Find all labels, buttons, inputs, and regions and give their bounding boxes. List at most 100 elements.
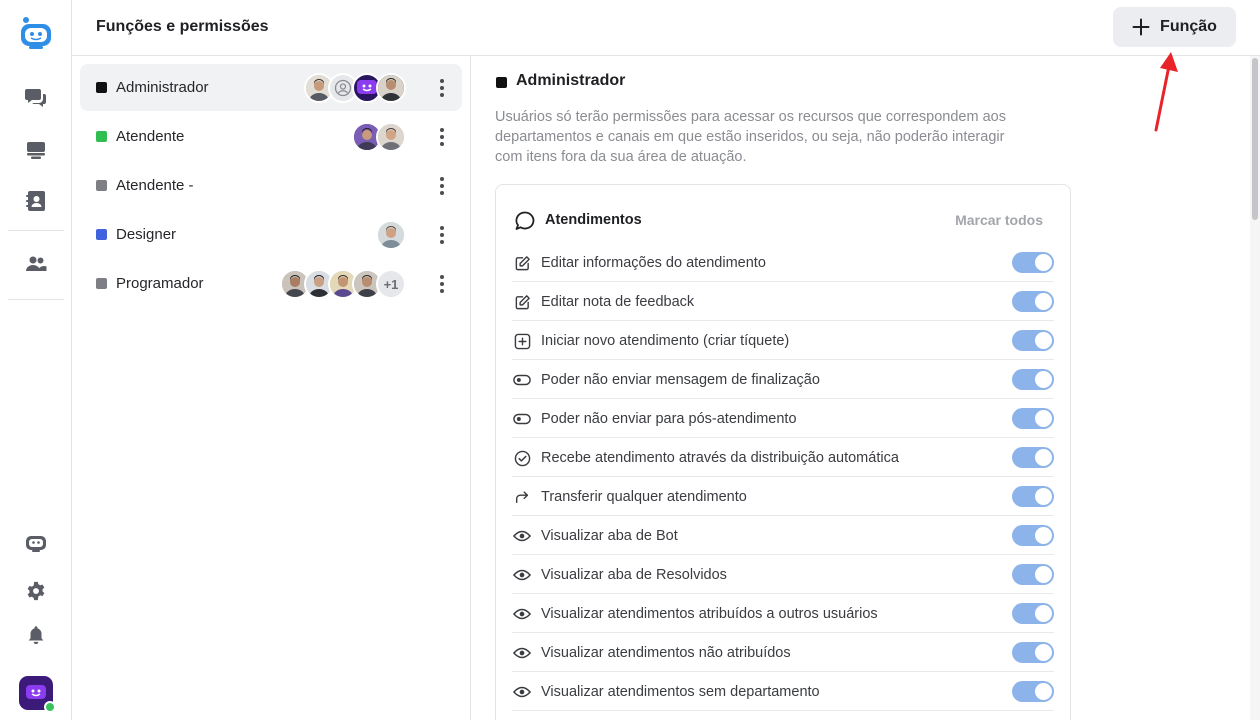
permission-toggle[interactable]: [1012, 369, 1054, 390]
permission-toggle[interactable]: [1012, 681, 1054, 702]
team-icon[interactable]: [22, 250, 50, 278]
bot-logo-icon[interactable]: [20, 16, 52, 52]
role-item-atendente[interactable]: Atendente: [80, 113, 462, 160]
permission-toggle[interactable]: [1012, 486, 1054, 507]
page-title: Funções e permissões: [96, 18, 269, 35]
eye-icon: [513, 644, 531, 662]
permission-row: Visualizar atendimentos atribuídos a out…: [512, 594, 1054, 633]
permission-label: Visualizar aba de Resolvidos: [541, 567, 727, 583]
add-role-label: Função: [1160, 18, 1217, 35]
permission-toggle[interactable]: [1012, 408, 1054, 429]
role-options-button[interactable]: [436, 274, 448, 294]
permission-label: Iniciar novo atendimento (criar tíquete): [541, 333, 790, 349]
scrollbar[interactable]: [1250, 56, 1260, 720]
bell-icon[interactable]: [22, 621, 50, 649]
permission-row: Poder não enviar para pós-atendimento: [512, 399, 1054, 438]
role-name: Atendente: [116, 128, 185, 145]
add-role-button[interactable]: Função: [1113, 7, 1236, 47]
role-options-button[interactable]: [436, 225, 448, 245]
side-rail: [0, 0, 72, 720]
permission-row: Poder não enviar mensagem de finalização: [512, 360, 1054, 399]
role-options-button[interactable]: [436, 78, 448, 98]
gear-icon[interactable]: [22, 577, 50, 605]
permission-row: Visualizar atendimentos sem departamento: [512, 672, 1054, 711]
online-status-dot: [44, 701, 56, 713]
role-members: [376, 220, 406, 250]
app-window: Funções e permissões Função Administrado…: [0, 0, 1260, 720]
roles-list: Administrador Atendente Atendente - Desi…: [72, 56, 471, 720]
bot-icon[interactable]: [22, 529, 50, 557]
permission-toggle[interactable]: [1012, 642, 1054, 663]
role-color-dot: [96, 131, 107, 142]
chat-icon[interactable]: [22, 83, 50, 111]
permission-row: Iniciar novo atendimento (criar tíquete): [512, 321, 1054, 360]
edit-icon: [513, 293, 531, 311]
scrollbar-thumb[interactable]: [1252, 58, 1258, 220]
eye-icon: [513, 527, 531, 545]
rail-divider: [8, 299, 64, 300]
permission-label: Editar informações do atendimento: [541, 255, 766, 271]
permission-toggle[interactable]: [1012, 330, 1054, 351]
role-options-button[interactable]: [436, 127, 448, 147]
role-name: Programador: [116, 275, 204, 292]
role-description: Usuários só terão permissões para acessa…: [495, 109, 1006, 165]
role-options-button[interactable]: [436, 176, 448, 196]
member-avatar: [376, 122, 406, 152]
permission-label: Visualizar aba de Bot: [541, 528, 678, 544]
mark-all-button[interactable]: Marcar todos: [955, 212, 1043, 228]
plus-icon: [1132, 18, 1150, 36]
inbox-icon[interactable]: [22, 136, 50, 164]
role-item-programador[interactable]: Programador +1: [80, 260, 462, 307]
permission-label: Poder não enviar para pós-atendimento: [541, 411, 797, 427]
toggle-icon: [513, 410, 531, 428]
permission-toggle[interactable]: [1012, 252, 1054, 273]
role-color-dot: [96, 229, 107, 240]
role-color-dot: [96, 180, 107, 191]
permission-row: Transferir qualquer atendimento: [512, 477, 1054, 516]
role-name: Atendente -: [116, 177, 194, 194]
member-overflow-count: +1: [376, 269, 406, 299]
role-members: [304, 73, 406, 103]
permission-row: Editar informações do atendimento: [512, 243, 1054, 282]
permission-toggle[interactable]: [1012, 291, 1054, 312]
role-color-dot: [496, 77, 507, 88]
permission-row: Visualizar aba de Bot: [512, 516, 1054, 555]
role-detail-panel: Administrador Usuários só terão permissõ…: [472, 56, 1248, 720]
member-avatar: [376, 220, 406, 250]
check-circle-icon: [513, 449, 531, 467]
user-avatar[interactable]: [19, 676, 56, 713]
role-item-administrador[interactable]: Administrador: [80, 64, 462, 111]
permission-label: Transferir qualquer atendimento: [541, 489, 747, 505]
role-members: +1: [280, 269, 406, 299]
eye-icon: [513, 683, 531, 701]
edit-icon: [513, 254, 531, 272]
role-members: [352, 122, 406, 152]
permission-row: Editar nota de feedback: [512, 282, 1054, 321]
permission-row: Visualizar aba de Resolvidos: [512, 555, 1054, 594]
role-item-atendente-2[interactable]: Atendente -: [80, 162, 462, 209]
role-item-designer[interactable]: Designer: [80, 211, 462, 258]
role-name: Designer: [116, 226, 177, 243]
rail-divider: [8, 230, 64, 231]
permission-label: Visualizar atendimentos não atribuídos: [541, 645, 791, 661]
member-avatar: [376, 73, 406, 103]
role-color-dot: [96, 278, 107, 289]
forward-icon: [513, 488, 531, 506]
permission-toggle[interactable]: [1012, 603, 1054, 624]
permission-toggle[interactable]: [1012, 564, 1054, 585]
permission-row: Visualizar atendimentos não atribuídos: [512, 633, 1054, 672]
section-title: Atendimentos: [545, 212, 642, 228]
plus-square-icon: [513, 332, 531, 350]
toggle-icon: [513, 371, 531, 389]
permission-label: Editar nota de feedback: [541, 294, 695, 310]
eye-icon: [513, 566, 531, 584]
chat-bubble-icon: [515, 211, 535, 230]
permissions-card: Atendimentos Marcar todos Editar informa…: [495, 184, 1071, 720]
permission-label: Recebe atendimento através da distribuiç…: [541, 450, 899, 466]
permission-toggle[interactable]: [1012, 447, 1054, 468]
permission-row: Recebe atendimento através da distribuiç…: [512, 438, 1054, 477]
page-header: Funções e permissões Função: [72, 0, 1260, 56]
contacts-icon[interactable]: [22, 187, 50, 215]
role-color-dot: [96, 82, 107, 93]
permission-toggle[interactable]: [1012, 525, 1054, 546]
